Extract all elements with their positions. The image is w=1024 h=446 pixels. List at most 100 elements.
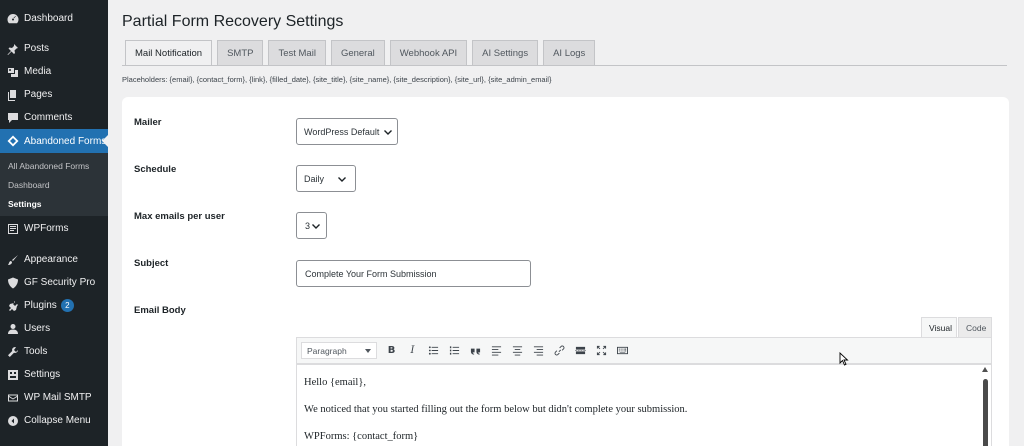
user-icon bbox=[6, 322, 19, 335]
sidebar-item-settings[interactable]: Settings bbox=[0, 363, 108, 386]
blockquote-button[interactable] bbox=[465, 341, 486, 361]
tab-mail-notification[interactable]: Mail Notification bbox=[125, 40, 213, 66]
fullscreen-button[interactable] bbox=[591, 341, 612, 361]
editor-tab-code[interactable]: Code bbox=[958, 317, 992, 337]
italic-button[interactable]: I bbox=[402, 341, 423, 361]
editor-toolbar: Paragraph B I bbox=[296, 337, 992, 364]
tab-test-mail[interactable]: Test Mail bbox=[268, 40, 326, 65]
admin-sidebar: Dashboard Posts Media Pages Comments Aba… bbox=[0, 0, 108, 446]
sidebar-item-gf-security-pro[interactable]: GF Security Pro bbox=[0, 271, 108, 294]
sidebar-item-label: Appearance bbox=[24, 254, 78, 265]
subject-input[interactable]: Complete Your Form Submission bbox=[296, 260, 531, 287]
tab-webhook-api[interactable]: Webhook API bbox=[389, 40, 468, 65]
keyboard-icon bbox=[617, 346, 628, 355]
sidebar-item-label: Settings bbox=[24, 369, 61, 380]
mailer-selected-value: WordPress Default bbox=[304, 126, 380, 137]
forms-tag-icon bbox=[6, 135, 19, 148]
email-body-label: Email Body bbox=[134, 305, 186, 316]
chevron-down-icon bbox=[338, 177, 346, 182]
wrench-icon bbox=[6, 345, 19, 358]
mailer-select[interactable]: WordPress Default bbox=[296, 118, 398, 145]
dashboard-icon bbox=[6, 12, 19, 25]
sidebar-item-label: Collapse Menu bbox=[24, 415, 91, 426]
align-right-icon bbox=[533, 346, 544, 356]
sidebar-item-label: Comments bbox=[24, 112, 73, 123]
pin-icon bbox=[6, 42, 19, 55]
brush-icon bbox=[6, 253, 19, 266]
align-right-button[interactable] bbox=[528, 341, 549, 361]
align-left-icon bbox=[491, 346, 502, 356]
format-select[interactable]: Paragraph bbox=[301, 342, 377, 359]
submenu-item-dashboard[interactable]: Dashboard bbox=[8, 180, 50, 190]
bold-button[interactable]: B bbox=[381, 341, 402, 361]
numbered-list-button[interactable] bbox=[444, 341, 465, 361]
tab-ai-logs[interactable]: AI Logs bbox=[543, 40, 596, 65]
shield-icon bbox=[6, 276, 19, 289]
editor-line-message: We noticed that you started filling out … bbox=[304, 404, 688, 415]
plugins-update-badge: 2 bbox=[60, 299, 74, 312]
editor-scrollbar[interactable] bbox=[981, 367, 990, 446]
numbered-list-icon bbox=[449, 346, 460, 355]
scroll-up-arrow-icon[interactable] bbox=[982, 367, 988, 372]
abandoned-forms-submenu: All Abandoned Forms Dashboard Settings bbox=[0, 153, 108, 216]
page-title: Partial Form Recovery Settings bbox=[122, 13, 344, 30]
sidebar-item-abandoned-forms[interactable]: Abandoned Forms bbox=[0, 129, 108, 153]
schedule-select[interactable]: Daily bbox=[296, 165, 356, 192]
schedule-selected-value: Daily bbox=[304, 173, 325, 184]
insert-link-button[interactable] bbox=[549, 341, 570, 361]
submenu-item-settings[interactable]: Settings bbox=[8, 199, 42, 209]
sidebar-item-label: Abandoned Forms bbox=[24, 135, 107, 147]
sidebar-item-plugins[interactable]: Plugins 2 bbox=[0, 294, 108, 317]
sidebar-item-media[interactable]: Media bbox=[0, 60, 108, 83]
sidebar-item-label: Posts bbox=[24, 43, 50, 54]
sidebar-item-label: Dashboard bbox=[24, 13, 73, 24]
sidebar-item-pages[interactable]: Pages bbox=[0, 83, 108, 106]
media-icon bbox=[6, 65, 19, 78]
chevron-down-icon bbox=[384, 130, 392, 135]
align-left-button[interactable] bbox=[486, 341, 507, 361]
editor-tab-visual[interactable]: Visual bbox=[921, 317, 957, 337]
sidebar-item-wpforms[interactable]: WPForms bbox=[0, 217, 108, 240]
tab-ai-settings[interactable]: AI Settings bbox=[472, 40, 539, 65]
submenu-item-all-abandoned-forms[interactable]: All Abandoned Forms bbox=[8, 161, 89, 171]
mail-icon bbox=[6, 391, 19, 404]
bullet-list-icon bbox=[428, 346, 439, 355]
max-emails-select[interactable]: 3 bbox=[296, 212, 327, 239]
sidebar-item-appearance[interactable]: Appearance bbox=[0, 248, 108, 271]
sidebar-item-dashboard[interactable]: Dashboard bbox=[0, 7, 108, 30]
tab-smtp[interactable]: SMTP bbox=[217, 40, 264, 65]
sidebar-item-label: Pages bbox=[24, 89, 53, 100]
read-more-icon bbox=[575, 346, 586, 355]
quote-icon bbox=[470, 348, 481, 355]
align-center-button[interactable] bbox=[507, 341, 528, 361]
tab-general[interactable]: General bbox=[330, 40, 385, 65]
read-more-button[interactable] bbox=[570, 341, 591, 361]
align-center-icon bbox=[512, 346, 523, 356]
sidebar-item-label: Tools bbox=[24, 346, 48, 357]
sidebar-item-tools[interactable]: Tools bbox=[0, 340, 108, 363]
sidebar-item-label: WPForms bbox=[24, 223, 69, 234]
placeholders-help-text: Placeholders: {email}, {contact_form}, {… bbox=[122, 75, 552, 84]
subject-label: Subject bbox=[134, 258, 169, 269]
sidebar-item-comments[interactable]: Comments bbox=[0, 106, 108, 129]
max-emails-selected-value: 3 bbox=[305, 220, 311, 231]
email-body-editor[interactable]: Hello {email}, We noticed that you start… bbox=[296, 364, 992, 446]
sidebar-item-users[interactable]: Users bbox=[0, 317, 108, 340]
wpforms-icon bbox=[6, 222, 19, 235]
chevron-down-icon bbox=[312, 224, 320, 229]
sidebar-item-posts[interactable]: Posts bbox=[0, 37, 108, 60]
bullet-list-button[interactable] bbox=[423, 341, 444, 361]
scrollbar-thumb[interactable] bbox=[983, 379, 988, 446]
comment-icon bbox=[6, 111, 19, 124]
max-emails-label: Max emails per user bbox=[134, 211, 225, 222]
sidebar-item-wp-mail-smtp[interactable]: WP Mail SMTP bbox=[0, 386, 108, 409]
mouse-cursor-icon bbox=[839, 352, 849, 366]
sidebar-item-label: Users bbox=[24, 323, 51, 334]
sidebar-item-label: Plugins bbox=[24, 300, 57, 311]
sidebar-collapse-menu[interactable]: Collapse Menu bbox=[0, 409, 108, 432]
editor-line-form-tag: WPForms: {contact_form} bbox=[304, 431, 419, 442]
editor-line-greeting: Hello {email}, bbox=[304, 377, 366, 388]
pages-icon bbox=[6, 88, 19, 101]
toolbar-toggle-button[interactable] bbox=[612, 341, 633, 361]
collapse-icon bbox=[6, 414, 19, 427]
